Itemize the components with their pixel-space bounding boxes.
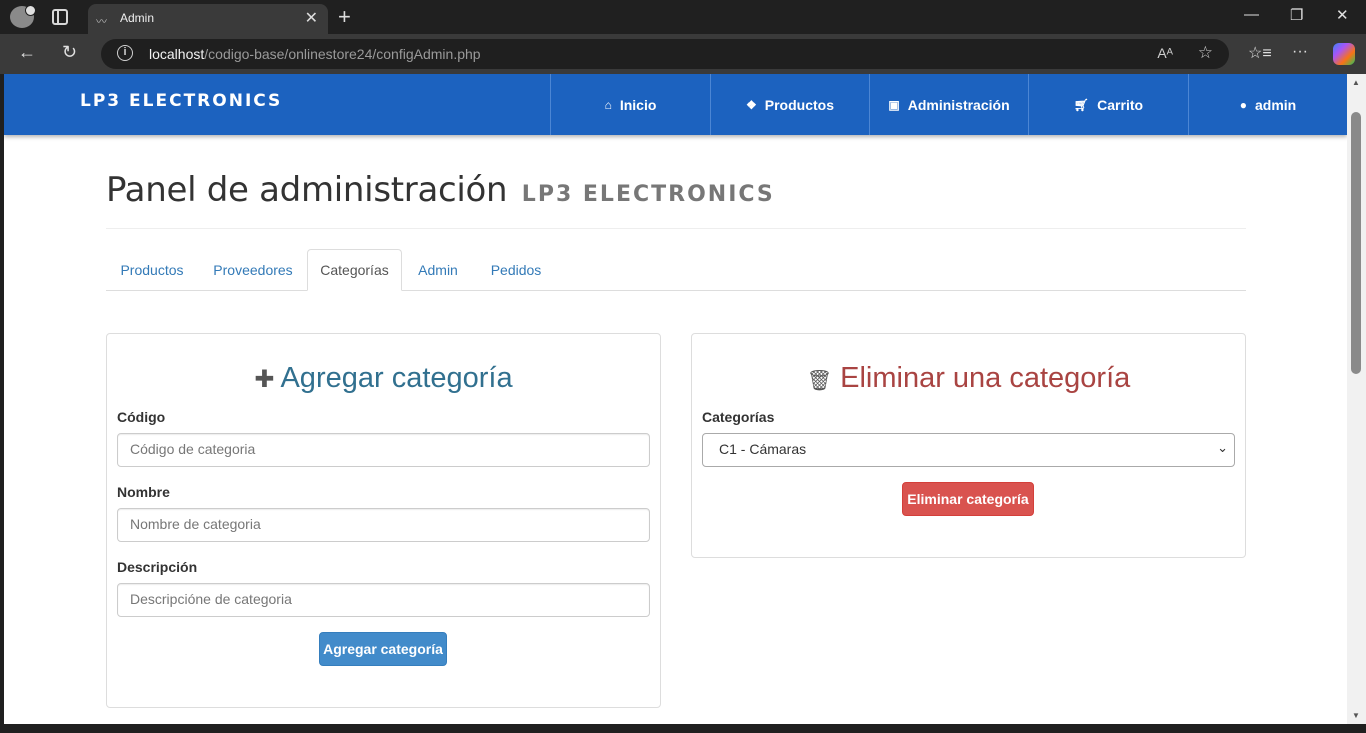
plus-icon: ✚ <box>254 366 275 393</box>
tab-pedidos[interactable]: Pedidos <box>474 249 558 291</box>
dropbox-icon: ❖ <box>746 97 757 112</box>
address-bar[interactable]: i localhost/codigo-base/onlinestore24/co… <box>101 39 1229 69</box>
delete-category-heading: 🗑︎ Eliminar una categoría <box>806 362 1131 394</box>
nav-item-inicio[interactable]: ⌂ Inicio <box>550 74 710 135</box>
browser-toolbar: ← ↻ i localhost/codigo-base/onlinestore2… <box>0 34 1366 74</box>
nav-label: admin <box>1255 96 1297 113</box>
delete-category-panel: 🗑︎ Eliminar una categoría Categorías C1 -… <box>691 333 1246 558</box>
tab-actions-icon[interactable] <box>52 9 68 25</box>
favicon-icon: 〰 <box>96 16 107 28</box>
nav-item-productos[interactable]: ❖ Productos <box>710 74 869 135</box>
nav-item-administracion[interactable]: ▣ Administración <box>869 74 1028 135</box>
favorites-icon[interactable]: ☆≡ <box>1248 43 1272 63</box>
profile-avatar[interactable] <box>10 5 36 28</box>
selected-option: C1 - Cámaras <box>719 441 807 457</box>
add-category-heading: ✚ Agregar categoría <box>254 362 513 394</box>
nav-label: Carrito <box>1097 96 1144 113</box>
add-category-panel: ✚ Agregar categoría Código Código de cate… <box>106 333 661 708</box>
url-text: localhost/codigo-base/onlinestore24/conf… <box>149 46 481 62</box>
scrollbar-thumb[interactable] <box>1351 112 1361 374</box>
restore-icon[interactable]: ❐ <box>1290 6 1303 24</box>
tab-proveedores[interactable]: Proveedores <box>200 249 306 291</box>
tab-admin[interactable]: Admin <box>404 249 472 291</box>
tab-productos[interactable]: Productos <box>106 249 198 291</box>
user-icon: ● <box>1239 97 1247 112</box>
page-title: Panel de administración LP3 ELECTRONICS <box>106 170 775 210</box>
back-icon[interactable]: ← <box>18 42 36 63</box>
cart-icon: 🛒︎ <box>1073 97 1090 112</box>
name-input[interactable]: Nombre de categoria <box>117 508 650 542</box>
divider <box>106 228 1246 229</box>
nav-label: Administración <box>907 96 1010 113</box>
scroll-up-icon[interactable]: ▲ <box>1352 78 1360 87</box>
refresh-icon[interactable]: ↻ <box>62 42 77 63</box>
browser-tab[interactable]: 〰 Admin ✕ <box>88 4 328 34</box>
favorite-star-icon[interactable]: ☆ <box>1198 43 1213 63</box>
browser-titlebar: 〰 Admin ✕ + — ❐ ✕ <box>0 0 1366 34</box>
close-window-icon[interactable]: ✕ <box>1336 6 1349 24</box>
taskbar-edge <box>0 724 1366 733</box>
nav-item-admin-user[interactable]: ● admin <box>1188 74 1347 135</box>
scroll-down-icon[interactable]: ▼ <box>1352 711 1360 720</box>
page-subtitle: LP3 ELECTRONICS <box>521 182 775 207</box>
nav-label: Productos <box>764 96 834 113</box>
minimize-icon[interactable]: — <box>1244 6 1259 23</box>
page-viewport: LP3 ELECTRONICS ⌂ Inicio ❖ Productos ▣ A… <box>4 74 1347 724</box>
site-navbar: LP3 ELECTRONICS ⌂ Inicio ❖ Productos ▣ A… <box>4 74 1347 135</box>
category-select[interactable]: C1 - Cámaras ⌄ <box>702 433 1235 467</box>
categories-label: Categorías <box>702 409 775 425</box>
nav-label: Inicio <box>619 96 657 113</box>
page-scrollbar[interactable]: ▲ ▼ <box>1347 74 1366 724</box>
code-label: Código <box>117 409 166 425</box>
copilot-icon[interactable] <box>1333 43 1355 65</box>
trash-icon: 🗑︎ <box>806 370 833 392</box>
name-label: Nombre <box>117 484 170 500</box>
more-icon[interactable]: ··· <box>1292 43 1308 61</box>
close-tab-icon[interactable]: ✕ <box>305 8 318 28</box>
tab-categorias[interactable]: Categorías <box>307 249 402 291</box>
description-label: Descripción <box>117 559 198 575</box>
add-category-button[interactable]: Agregar categoría <box>319 632 447 666</box>
nav-item-carrito[interactable]: 🛒︎ Carrito <box>1028 74 1188 135</box>
admin-tabs: Productos Proveedores Categorías Admin P… <box>106 249 1246 291</box>
browser-tab-title: Admin <box>120 11 155 25</box>
home-icon: ⌂ <box>604 97 612 112</box>
read-aloud-icon[interactable]: Aᴬ <box>1157 45 1173 61</box>
brand-logo[interactable]: LP3 ELECTRONICS <box>80 91 282 111</box>
delete-category-button[interactable]: Eliminar categoría <box>902 482 1034 516</box>
description-input[interactable]: Descripcióne de categoria <box>117 583 650 617</box>
briefcase-icon: ▣ <box>888 97 900 112</box>
site-info-icon[interactable]: i <box>117 45 133 61</box>
new-tab-icon[interactable]: + <box>338 4 351 30</box>
chevron-down-icon: ⌄ <box>1217 440 1228 455</box>
code-input[interactable]: Código de categoria <box>117 433 650 467</box>
